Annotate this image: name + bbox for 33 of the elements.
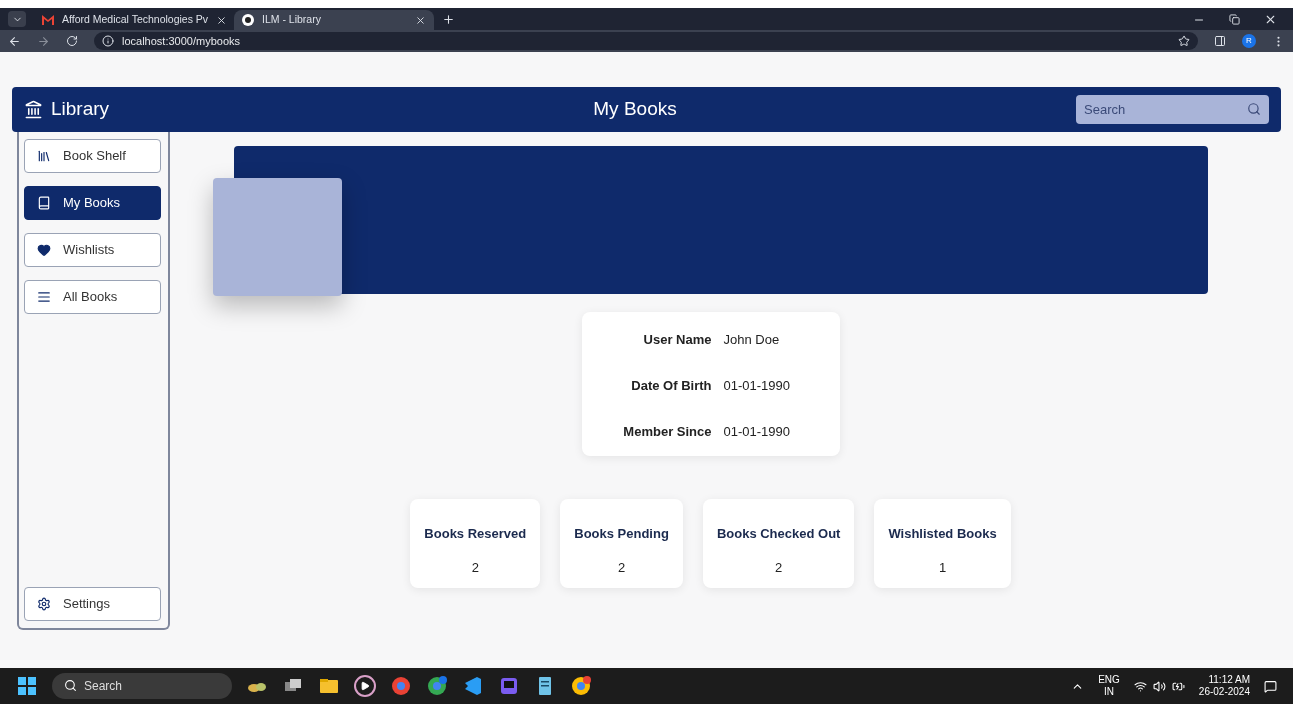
stat-label: Books Reserved: [424, 525, 527, 543]
sidebar-item[interactable]: My Books: [24, 186, 161, 220]
field-value: John Doe: [723, 331, 781, 349]
page-title: My Books: [592, 97, 678, 122]
address-bar[interactable]: localhost:3000/mybooks: [94, 32, 1198, 50]
field-label: Date Of Birth: [630, 377, 712, 395]
field-value: 01-01-1990: [723, 423, 791, 441]
app-brand: Library: [51, 97, 110, 122]
sidebar-item[interactable]: Book Shelf: [24, 139, 161, 173]
browser-tab[interactable]: Afford Medical Technologies Pv: [34, 10, 234, 30]
sidebar-item[interactable]: All Books: [24, 280, 161, 314]
stat-value: 1: [938, 558, 947, 577]
clock-date: 26-02-2024: [1198, 686, 1250, 698]
field-label: User Name: [642, 331, 712, 349]
tab-title: ILM - Library: [262, 12, 322, 28]
stat-label: Books Pending: [574, 525, 669, 543]
browser-tab[interactable]: ILM - Library: [234, 10, 434, 30]
stat-value: 2: [617, 558, 626, 577]
stat-value: 2: [775, 558, 783, 577]
stat-value: 2: [471, 558, 479, 577]
sidebar-item[interactable]: Wishlists: [24, 233, 161, 267]
region-code: IN: [1104, 686, 1114, 698]
language-code: ENG: [1098, 674, 1120, 686]
field-label: Member Since: [622, 423, 712, 441]
tab-title: Afford Medical Technologies Pv: [62, 12, 209, 28]
field-value: 01-01-1990: [723, 377, 791, 395]
taskbar-search-field[interactable]: Search: [52, 673, 232, 699]
search-field[interactable]: Search: [1076, 95, 1269, 124]
stat-label: Books Checked Out: [716, 525, 841, 543]
stat-label: Wishlisted Books: [888, 525, 997, 543]
sidebar-item[interactable]: Settings: [24, 587, 161, 621]
clock-time: 11:12 AM: [1208, 674, 1250, 686]
profile-avatar[interactable]: R: [1242, 34, 1256, 48]
